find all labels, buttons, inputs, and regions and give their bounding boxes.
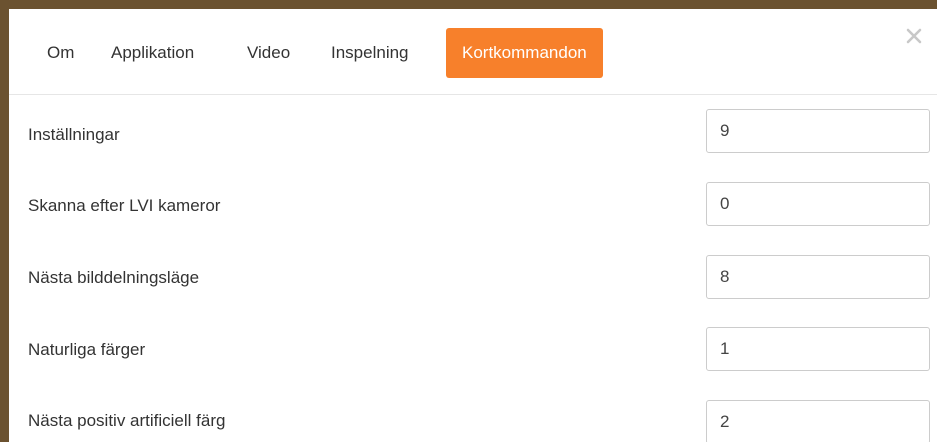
shortcut-input-skanna[interactable] (706, 182, 930, 226)
shortcut-input-naturliga-farger[interactable] (706, 327, 930, 371)
shortcut-label-nasta-positiv-artificiell-farg: Nästa positiv artificiell färg (28, 411, 226, 430)
tab-bar: Om Applikation Video Inspelning Kortkomm… (9, 9, 937, 95)
tab-video[interactable]: Video (231, 28, 306, 78)
shortcut-input-nasta-bilddelningslage[interactable] (706, 255, 930, 299)
tab-inspelning[interactable]: Inspelning (315, 28, 425, 78)
shortcut-input-installningar[interactable] (706, 109, 930, 153)
shortcut-label-naturliga-farger: Naturliga färger (28, 340, 146, 359)
close-icon[interactable] (905, 27, 923, 45)
shortcut-label-installningar: Inställningar (28, 125, 120, 144)
settings-dialog: Om Applikation Video Inspelning Kortkomm… (9, 9, 937, 442)
tab-kortkommandon[interactable]: Kortkommandon (446, 28, 603, 78)
shortcut-input-nasta-positiv-artificiell-farg[interactable] (706, 400, 930, 442)
tab-applikation[interactable]: Applikation (95, 28, 210, 78)
tab-om[interactable]: Om (31, 28, 90, 78)
shortcut-label-skanna: Skanna efter LVI kameror (28, 196, 221, 215)
shortcut-label-nasta-bilddelningslage: Nästa bilddelningsläge (28, 268, 200, 287)
